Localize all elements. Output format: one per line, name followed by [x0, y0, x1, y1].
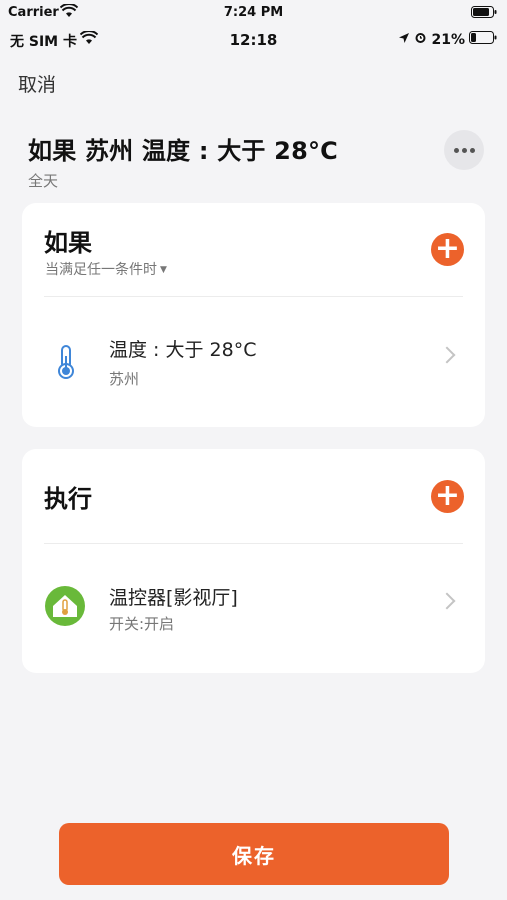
add-action-button[interactable]: + [431, 480, 464, 513]
action-section-title: 执行 [44, 485, 92, 513]
location-icon [398, 32, 410, 48]
battery-percent: 21% [431, 31, 465, 48]
battery-icon [471, 6, 497, 22]
cancel-button[interactable]: 取消 [18, 70, 56, 97]
action-title: 温控器[影视厅] [109, 587, 238, 609]
status-right: 21% [398, 31, 497, 48]
time-range-label[interactable]: 全天 [28, 170, 58, 191]
condition-card: 如果 当满足任一条件时 ▼ + 温度 : 大于 28°C 苏州 [22, 203, 485, 427]
add-condition-button[interactable]: + [431, 233, 464, 266]
condition-title: 温度 : 大于 28°C [109, 339, 257, 361]
chevron-right-icon [438, 592, 456, 610]
thermostat-device-icon [44, 585, 86, 631]
page-title[interactable]: 如果 苏州 温度 : 大于 28°C [28, 131, 338, 166]
divider [44, 543, 463, 544]
condition-mode-selector[interactable]: 当满足任一条件时 ▼ [45, 259, 167, 279]
more-icon-dot [453, 147, 459, 153]
action-card: 执行 + 温控器[影视厅] 开关:开启 [22, 449, 485, 673]
divider [44, 296, 463, 297]
more-icon-dot [461, 147, 467, 153]
simulator-status-bar: Carrier 7:24 PM [0, 0, 507, 24]
thermometer-icon [54, 344, 78, 384]
condition-subtitle: 苏州 [109, 370, 140, 388]
battery-icon [469, 31, 497, 48]
status-bar: 无 SIM 卡 12:18 21% [0, 26, 507, 52]
more-options-button[interactable] [444, 130, 484, 170]
chevron-down-icon: ▼ [160, 265, 167, 275]
chevron-right-icon [438, 346, 456, 364]
condition-mode-label: 当满足任一条件时 [45, 262, 157, 278]
simulator-time: 7:24 PM [223, 5, 284, 20]
action-subtitle: 开关:开启 [109, 615, 175, 633]
more-icon-dot [469, 147, 475, 153]
save-button[interactable]: 保存 [59, 823, 449, 885]
alarm-icon [414, 31, 427, 48]
condition-section-title: 如果 [44, 229, 92, 257]
